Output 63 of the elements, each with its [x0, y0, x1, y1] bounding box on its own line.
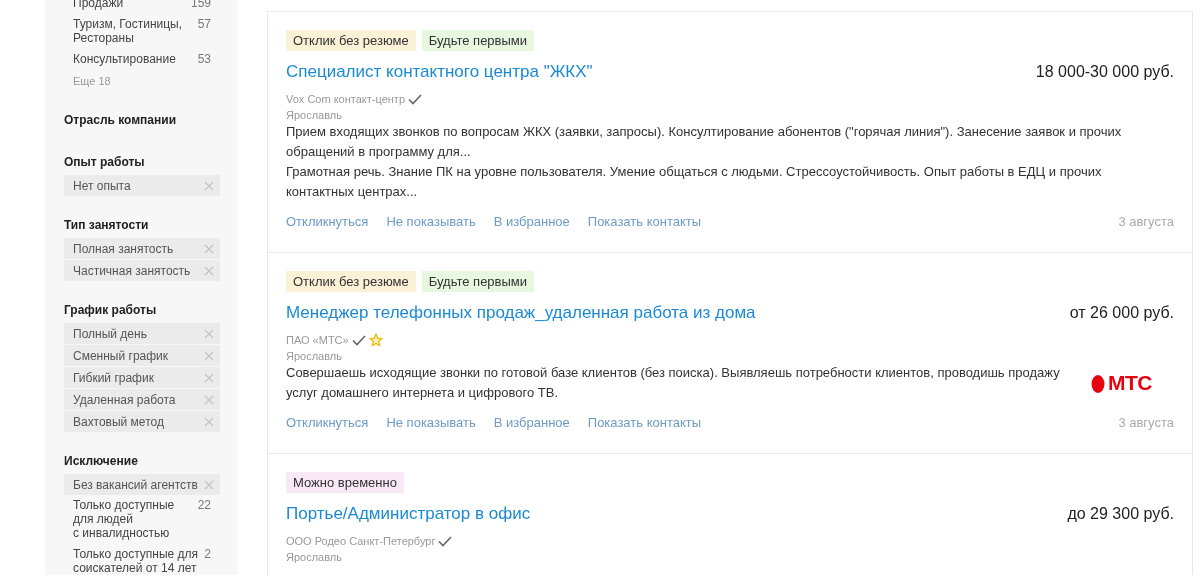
- company-name[interactable]: Vox Com контакт-центр: [286, 92, 405, 106]
- show-more-link[interactable]: Еще 18: [64, 71, 120, 91]
- close-icon[interactable]: [204, 394, 214, 405]
- option-count: 22: [197, 498, 211, 514]
- filter-chip[interactable]: Без вакансий агентств: [64, 474, 220, 495]
- close-icon[interactable]: [204, 243, 214, 254]
- vacancy-description: Грамотная речь. Знание ПК на уровне пользователя. Умение общаться с людьми. Стрессоустойчивость. Опыт работы в ЕДЦ и прочих контактных центрах...: [286, 163, 1103, 201]
- post-date: 3 августа: [1118, 415, 1174, 430]
- vacancy-tag: Можно временно: [286, 472, 404, 493]
- action-link[interactable]: Показать контакты: [587, 415, 702, 430]
- company-name[interactable]: ООО Родео Санкт-Петербург: [286, 534, 436, 548]
- action-link[interactable]: Не показывать: [386, 415, 476, 430]
- vacancy-title-link[interactable]: Специалист контактного центра "ЖКХ": [286, 61, 593, 83]
- filter-option[interactable]: Консультирование: [73, 52, 176, 66]
- filter-chip[interactable]: Полный день: [64, 323, 220, 344]
- vacancy-description: Прием входящих звонков по вопросам ЖКХ (заявки, запросы). Консултирование абонентов ("горячая линия"). Занесение заявок и прочих обращений в программу для...: [286, 123, 1123, 161]
- action-link[interactable]: В избранное: [493, 415, 570, 430]
- vacancy-description: Совершаешь исходящие звонки по готовой базе клиентов (без поиска). Выявляешь потребности клиентов, проводишь продажу услуг домашнего интернета и цифрового ТВ.: [286, 364, 1061, 402]
- salary: 18 000-30 000 руб.: [1035, 63, 1174, 81]
- close-icon[interactable]: [204, 180, 214, 191]
- filter-heading: Отрасль компании: [64, 113, 177, 127]
- filter-chip[interactable]: Нет опыта: [64, 175, 220, 196]
- close-icon[interactable]: [204, 416, 214, 427]
- city-label: Ярославль: [286, 550, 343, 564]
- filter-chip[interactable]: Удаленная работа: [64, 389, 220, 410]
- company-name[interactable]: ПАО «МТС»: [286, 333, 349, 347]
- action-link[interactable]: Откликнуться: [286, 214, 369, 229]
- city-label: Ярославль: [286, 349, 343, 363]
- option-count: 53: [197, 52, 211, 66]
- vacancy-title-link[interactable]: Менеджер телефонных продаж_удаленная работа из дома: [286, 302, 756, 324]
- action-link[interactable]: В избранное: [493, 214, 570, 229]
- filter-option[interactable]: Только доступные для людей с инвалидностью: [73, 498, 192, 540]
- salary: до 29 300 руб.: [1067, 505, 1174, 523]
- action-link[interactable]: Не показывать: [386, 214, 476, 229]
- close-icon[interactable]: [204, 372, 214, 383]
- filter-option[interactable]: Туризм, Гостиницы, Рестораны: [73, 17, 192, 45]
- vacancy-tag: Отклик без резюме: [286, 271, 416, 292]
- action-link[interactable]: Откликнуться: [286, 415, 369, 430]
- filter-chip[interactable]: Гибкий график: [64, 367, 220, 388]
- filter-heading: Тип занятости: [64, 218, 149, 232]
- filter-chip[interactable]: Частичная занятость: [64, 260, 220, 281]
- vacancy-tag: Будьте первыми: [421, 271, 535, 292]
- vacancy-title-link[interactable]: Портье/Администратор в офис: [286, 503, 531, 525]
- option-count: 57: [197, 17, 211, 33]
- filter-heading: Исключение: [64, 454, 138, 468]
- filter-heading: График работы: [64, 303, 157, 317]
- filter-chip[interactable]: Вахтовый метод: [64, 411, 220, 432]
- option-count: 2: [204, 547, 211, 563]
- close-icon[interactable]: [204, 265, 214, 276]
- close-icon[interactable]: [204, 479, 214, 490]
- filter-heading: Опыт работы: [64, 155, 145, 169]
- vacancy-tag: Отклик без резюме: [286, 30, 416, 51]
- close-icon[interactable]: [204, 350, 214, 361]
- filter-chip[interactable]: Сменный график: [64, 345, 220, 366]
- action-link[interactable]: Показать контакты: [587, 214, 702, 229]
- post-date: 3 августа: [1118, 214, 1174, 229]
- filter-option[interactable]: Только доступные для соискателей от 14 лет: [73, 547, 199, 575]
- city-label: Ярославль: [286, 108, 343, 122]
- vacancy-tag: Будьте первыми: [421, 30, 535, 51]
- salary: от 26 000 руб.: [1069, 304, 1174, 322]
- close-icon[interactable]: [204, 328, 214, 339]
- filter-chip[interactable]: Полная занятость: [64, 238, 220, 259]
- company-logo: МТС: [1091, 371, 1152, 395]
